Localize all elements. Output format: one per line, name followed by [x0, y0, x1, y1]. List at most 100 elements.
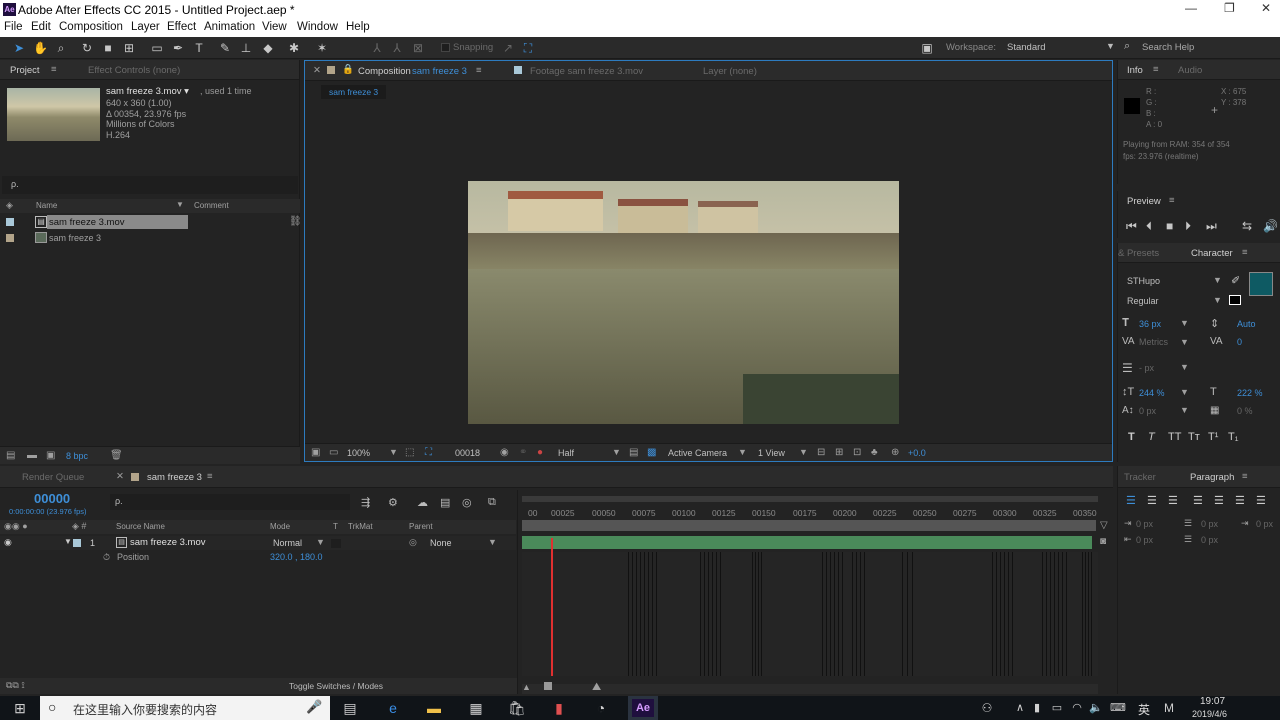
zoom-tool-icon[interactable]: ⌕: [54, 41, 68, 55]
twirl-open-icon[interactable]: ▼: [64, 537, 72, 546]
font-dropdown-icon[interactable]: ▼: [1213, 275, 1222, 285]
channel-icon[interactable]: ●: [537, 447, 543, 458]
expand-switches-icon[interactable]: ⧉⧉ ⟟: [6, 680, 25, 691]
puppet-tool-icon[interactable]: ✶: [315, 41, 329, 55]
kerning-dropdown-icon[interactable]: ▼: [1180, 337, 1189, 347]
font-style-select[interactable]: Regular: [1127, 296, 1159, 306]
new-composition-icon[interactable]: ▣: [46, 450, 55, 461]
shy-icon[interactable]: ☁: [417, 496, 428, 509]
column-t[interactable]: T: [333, 522, 338, 531]
recorder-icon[interactable]: ▮: [547, 699, 571, 717]
tsume-value[interactable]: 0 %: [1237, 406, 1253, 416]
label-color-swatch[interactable]: [6, 218, 14, 226]
indent-left-value[interactable]: 0 px: [1136, 519, 1153, 529]
tab-footage[interactable]: Footage sam freeze 3.mov: [530, 66, 643, 77]
timeline-graph-area[interactable]: ▲ ⛰ ▽ ◙: [517, 490, 1113, 694]
preserve-transparency-checkbox[interactable]: [331, 539, 341, 548]
taskbar-search-box[interactable]: ○ 在这里输入你要搜索的内容 🎤: [40, 696, 330, 720]
tab-tracker[interactable]: Tracker: [1124, 472, 1156, 483]
hierarchy-icon[interactable]: ♣: [871, 447, 878, 458]
table-row[interactable]: ◉ ▼ 1 ▤ sam freeze 3.mov Normal ▼ ◎ None…: [0, 536, 516, 550]
fill-color-swatch[interactable]: [1249, 272, 1273, 296]
superscript-icon[interactable]: T¹: [1208, 431, 1218, 443]
align-left-icon[interactable]: ☰: [1126, 494, 1136, 507]
bpc-button[interactable]: 8 bpc: [66, 451, 88, 461]
comp-button-icon[interactable]: ▽: [1100, 520, 1108, 531]
baseline-shift-value[interactable]: 0 px: [1139, 406, 1156, 416]
microphone-icon[interactable]: 🎤: [306, 699, 322, 715]
pen-tool-icon[interactable]: ✒: [171, 41, 185, 55]
property-value[interactable]: 320.0 , 180.0: [270, 552, 323, 562]
layer-duration-bar[interactable]: [522, 536, 1092, 549]
lock-icon[interactable]: 🔒: [342, 64, 354, 75]
menu-composition[interactable]: Composition: [59, 21, 123, 33]
snapping-checkbox[interactable]: [441, 43, 450, 52]
snap-features-icon[interactable]: ⛶: [521, 41, 535, 55]
work-area-bar[interactable]: [522, 496, 1098, 502]
column-name[interactable]: Name: [36, 201, 57, 210]
navigator-bar[interactable]: [522, 520, 1096, 531]
project-item-comp[interactable]: sam freeze 3: [49, 233, 101, 243]
close-tab-icon[interactable]: ✕: [116, 471, 124, 482]
parent-dropdown-icon[interactable]: ▼: [488, 537, 497, 547]
edge-icon[interactable]: e: [381, 699, 405, 717]
all-caps-icon[interactable]: TT: [1168, 431, 1181, 443]
menu-file[interactable]: File: [4, 21, 23, 33]
black-swatch[interactable]: [1229, 295, 1241, 305]
view-dropdown-icon[interactable]: ▼: [799, 447, 808, 457]
clock-app-icon[interactable]: ◔: [589, 699, 613, 717]
font-size-value[interactable]: 36 px: [1139, 319, 1161, 329]
maximize-icon[interactable]: ❐: [1224, 1, 1235, 15]
loop-icon[interactable]: ⇆: [1242, 219, 1252, 233]
font-family-select[interactable]: STHupo: [1127, 276, 1160, 286]
tab-layer[interactable]: Layer (none): [703, 66, 757, 77]
resolution-dropdown-icon[interactable]: ▼: [612, 447, 621, 457]
zoom-slider-handle[interactable]: [544, 682, 552, 690]
tab-info[interactable]: Info: [1127, 65, 1143, 76]
motion-blur-icon[interactable]: ◎: [462, 496, 472, 509]
menu-effect[interactable]: Effect: [167, 21, 196, 33]
toggle-switches-modes-button[interactable]: Toggle Switches / Modes: [289, 681, 383, 691]
people-icon[interactable]: ⚇: [975, 699, 999, 717]
tab-effects-presets[interactable]: & Presets: [1118, 248, 1159, 259]
workspace-select[interactable]: Standard: [1007, 42, 1046, 53]
previous-frame-icon[interactable]: ⏴: [1146, 219, 1152, 234]
menu-layer[interactable]: Layer: [131, 21, 160, 33]
pan-behind-tool-icon[interactable]: ⊞: [122, 41, 136, 55]
snapshot-icon[interactable]: ◉: [500, 447, 509, 458]
item-name[interactable]: sam freeze 3.mov ▾: [106, 86, 189, 97]
ime-mode-icon[interactable]: M: [1157, 699, 1181, 717]
interpret-footage-icon[interactable]: ▤: [6, 450, 15, 461]
layer-name[interactable]: sam freeze 3.mov: [130, 537, 206, 548]
camera-icon[interactable]: ◙: [1100, 536, 1106, 547]
zoom-out-icon[interactable]: ▲: [522, 682, 531, 692]
kerning-value[interactable]: Metrics: [1139, 337, 1168, 347]
composition-viewer[interactable]: [468, 181, 899, 424]
label-color-swatch[interactable]: [73, 539, 81, 547]
camera-dropdown-icon[interactable]: ▼: [738, 447, 747, 457]
tab-timeline-comp[interactable]: sam freeze 3: [147, 472, 202, 483]
subscript-icon[interactable]: T₁: [1228, 431, 1238, 443]
next-frame-play-icon[interactable]: ⏵: [1185, 219, 1191, 234]
faux-bold-icon[interactable]: T: [1128, 431, 1135, 443]
size-dropdown-icon[interactable]: ▼: [1180, 318, 1189, 328]
stopwatch-icon[interactable]: ⏱: [103, 552, 110, 563]
region-icon[interactable]: ⬚: [405, 447, 414, 458]
first-line-indent-value[interactable]: 0 px: [1256, 519, 1273, 529]
roto-brush-tool-icon[interactable]: ✱: [287, 41, 301, 55]
flowchart-icon[interactable]: ⊡: [853, 447, 861, 458]
task-view-icon[interactable]: ▤: [338, 699, 362, 717]
brush-tool-icon[interactable]: ✎: [218, 41, 232, 55]
axis-view-icon[interactable]: ⊠: [411, 41, 425, 55]
grid-icon[interactable]: ⊞: [835, 447, 843, 458]
camera-select[interactable]: Active Camera: [668, 448, 727, 458]
hand-tool-icon[interactable]: ✋: [33, 41, 48, 55]
tracking-value[interactable]: 0: [1237, 337, 1242, 347]
new-folder-icon[interactable]: ▬: [27, 450, 37, 461]
transparency-grid-icon[interactable]: ⛶: [425, 447, 432, 458]
audio-icon[interactable]: 🔊: [1263, 219, 1278, 233]
small-caps-icon[interactable]: Tт: [1188, 431, 1200, 443]
draft-3d-icon[interactable]: ⚙: [388, 496, 398, 509]
file-explorer-icon[interactable]: ▬: [422, 699, 446, 717]
first-frame-icon[interactable]: ⏮: [1126, 219, 1137, 234]
